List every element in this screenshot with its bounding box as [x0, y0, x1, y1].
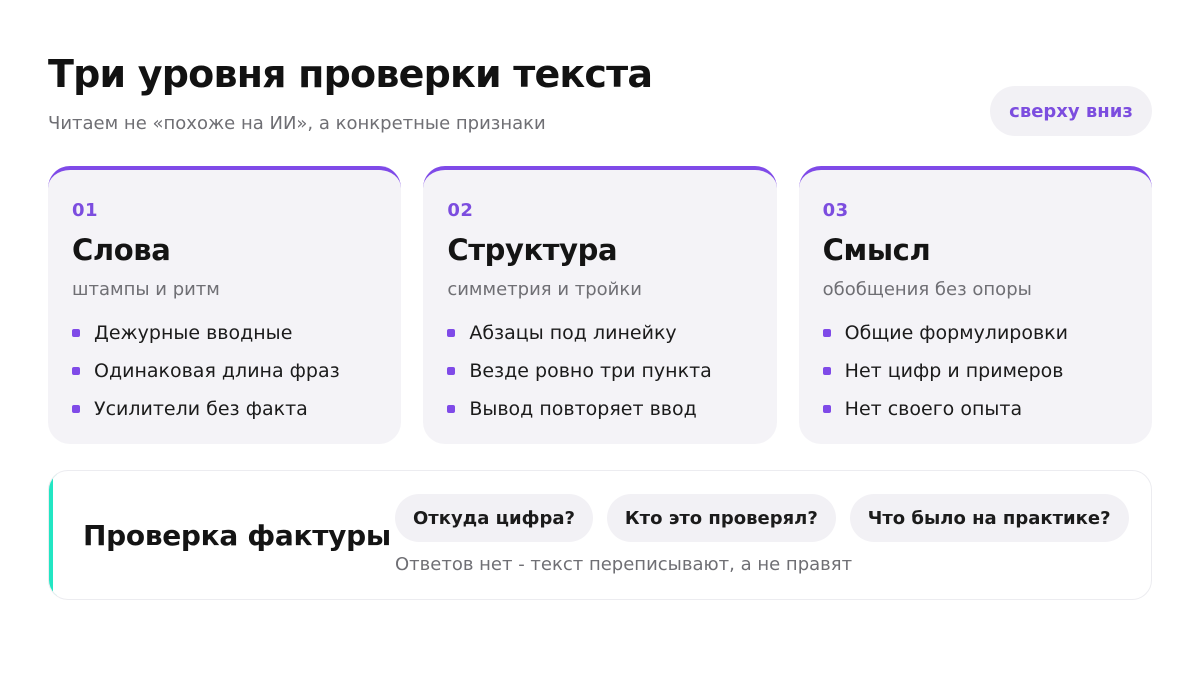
card-number: 03 — [822, 200, 849, 221]
card-structure: 02 Структура симметрия и тройки Абзацы п… — [423, 166, 777, 444]
bullet-icon — [447, 405, 456, 413]
list-item-text: Одинаковая длина фраз — [94, 360, 340, 382]
card-list: Общие формулировки Нет цифр и примеров Н… — [822, 314, 1128, 428]
fact-check-title: Проверка фактуры — [83, 519, 391, 552]
card-subtitle: штампы и ритм — [72, 279, 220, 300]
page-title: Три уровня проверки текста — [48, 52, 653, 96]
card-subtitle: обобщения без опоры — [822, 279, 1032, 300]
list-item-text: Усилители без факта — [94, 398, 308, 420]
direction-badge: сверху вниз — [990, 86, 1152, 136]
question-chips: Откуда цифра? Кто это проверял? Что было… — [395, 494, 1129, 542]
card-list: Дежурные вводные Одинаковая длина фраз У… — [72, 314, 377, 428]
bullet-icon — [822, 405, 831, 413]
list-item: Нет цифр и примеров — [822, 352, 1128, 390]
bullet-icon — [822, 367, 831, 375]
list-item: Дежурные вводные — [72, 314, 377, 352]
bullet-icon — [72, 329, 80, 337]
fact-check-panel: Проверка фактуры Откуда цифра? Кто это п… — [48, 470, 1152, 600]
list-item-text: Дежурные вводные — [94, 322, 293, 344]
bullet-icon — [72, 405, 80, 413]
page-subtitle: Читаем не «похоже на ИИ», а конкретные п… — [48, 113, 546, 134]
accent-bar — [49, 471, 59, 599]
list-item-text: Нет цифр и примеров — [844, 360, 1064, 382]
levels-cards: 01 Слова штампы и ритм Дежурные вводные … — [48, 166, 1152, 444]
question-chip: Откуда цифра? — [395, 494, 593, 542]
card-number: 01 — [72, 200, 99, 221]
list-item: Нет своего опыта — [822, 390, 1128, 428]
card-number: 02 — [447, 200, 474, 221]
card-list: Абзацы под линейку Везде ровно три пункт… — [447, 314, 752, 428]
card-subtitle: симметрия и тройки — [447, 279, 642, 300]
card-words: 01 Слова штампы и ритм Дежурные вводные … — [48, 166, 402, 444]
bullet-icon — [72, 367, 80, 375]
card-meaning: 03 Смысл обобщения без опоры Общие форму… — [798, 166, 1152, 444]
bullet-icon — [447, 329, 456, 337]
question-chip: Кто это проверял? — [606, 494, 836, 542]
list-item-text: Абзацы под линейку — [469, 322, 677, 344]
fact-check-note: Ответов нет - текст переписывают, а не п… — [395, 554, 853, 575]
list-item: Абзацы под линейку — [447, 314, 752, 352]
list-item-text: Вывод повторяет ввод — [469, 398, 697, 420]
list-item: Одинаковая длина фраз — [72, 352, 377, 390]
card-title: Слова — [72, 233, 171, 267]
list-item-text: Везде ровно три пункта — [469, 360, 712, 382]
list-item-text: Общие формулировки — [844, 322, 1069, 344]
list-item: Вывод повторяет ввод — [447, 390, 752, 428]
bullet-icon — [822, 329, 831, 337]
list-item: Общие формулировки — [822, 314, 1128, 352]
list-item: Везде ровно три пункта — [447, 352, 752, 390]
list-item: Усилители без факта — [72, 390, 377, 428]
list-item-text: Нет своего опыта — [844, 398, 1023, 420]
bullet-icon — [447, 367, 456, 375]
question-chip: Что было на практике? — [849, 494, 1129, 542]
card-title: Смысл — [822, 233, 931, 267]
card-title: Структура — [447, 233, 618, 267]
